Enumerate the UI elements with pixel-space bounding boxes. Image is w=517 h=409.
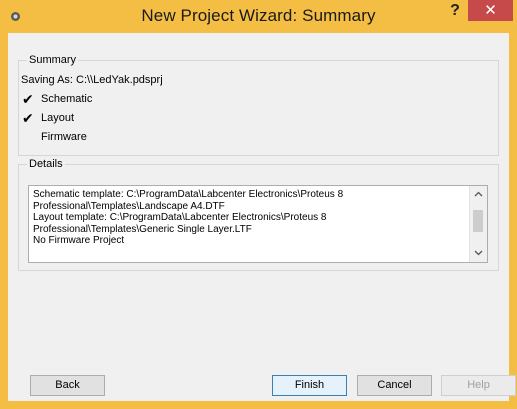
summary-group: Summary Saving As: C:\\LedYak.pdsprj ✔ S… [18, 54, 499, 156]
summary-item-label: Firmware [41, 131, 87, 143]
help-icon[interactable]: ? [440, 0, 470, 22]
details-text: Schematic template: C:\ProgramData\Labce… [33, 189, 471, 247]
scroll-up-icon[interactable] [470, 186, 487, 203]
scroll-down-icon[interactable] [470, 245, 487, 262]
wizard-window: New Project Wizard: Summary ? ✕ Summary … [0, 0, 517, 409]
details-line: Professional\Templates\Landscape A4.DTF [33, 200, 225, 212]
scroll-thumb[interactable] [473, 210, 483, 232]
title-bar[interactable]: New Project Wizard: Summary ? ✕ [0, 0, 517, 33]
checkmark-icon: ✔ [22, 91, 34, 107]
summary-item-label: Layout [41, 112, 75, 124]
summary-group-title: Summary [27, 54, 79, 66]
details-line: No Firmware Project [33, 235, 125, 246]
details-textarea[interactable]: Schematic template: C:\ProgramData\Labce… [28, 185, 488, 263]
details-group: Details Schematic template: C:\ProgramDa… [18, 158, 499, 271]
checkmark-icon: ✔ [22, 110, 34, 126]
cancel-button[interactable]: Cancel [357, 375, 432, 396]
help-button[interactable]: Help [441, 375, 516, 396]
details-scrollbar[interactable] [469, 186, 487, 262]
details-group-title: Details [27, 158, 65, 170]
details-line: Layout template: C:\ProgramData\Labcente… [33, 212, 327, 223]
close-icon[interactable]: ✕ [468, 0, 513, 21]
dialog-client-area: Summary Saving As: C:\\LedYak.pdsprj ✔ S… [8, 33, 516, 401]
details-line: Professional\Templates\Generic Single La… [33, 223, 252, 235]
summary-item-label: Schematic [41, 93, 93, 105]
back-button[interactable]: Back [30, 375, 105, 396]
saving-as-text: Saving As: C:\\LedYak.pdsprj [21, 74, 163, 86]
finish-button[interactable]: Finish [272, 375, 347, 396]
details-line: Schematic template: C:\ProgramData\Labce… [33, 189, 344, 200]
